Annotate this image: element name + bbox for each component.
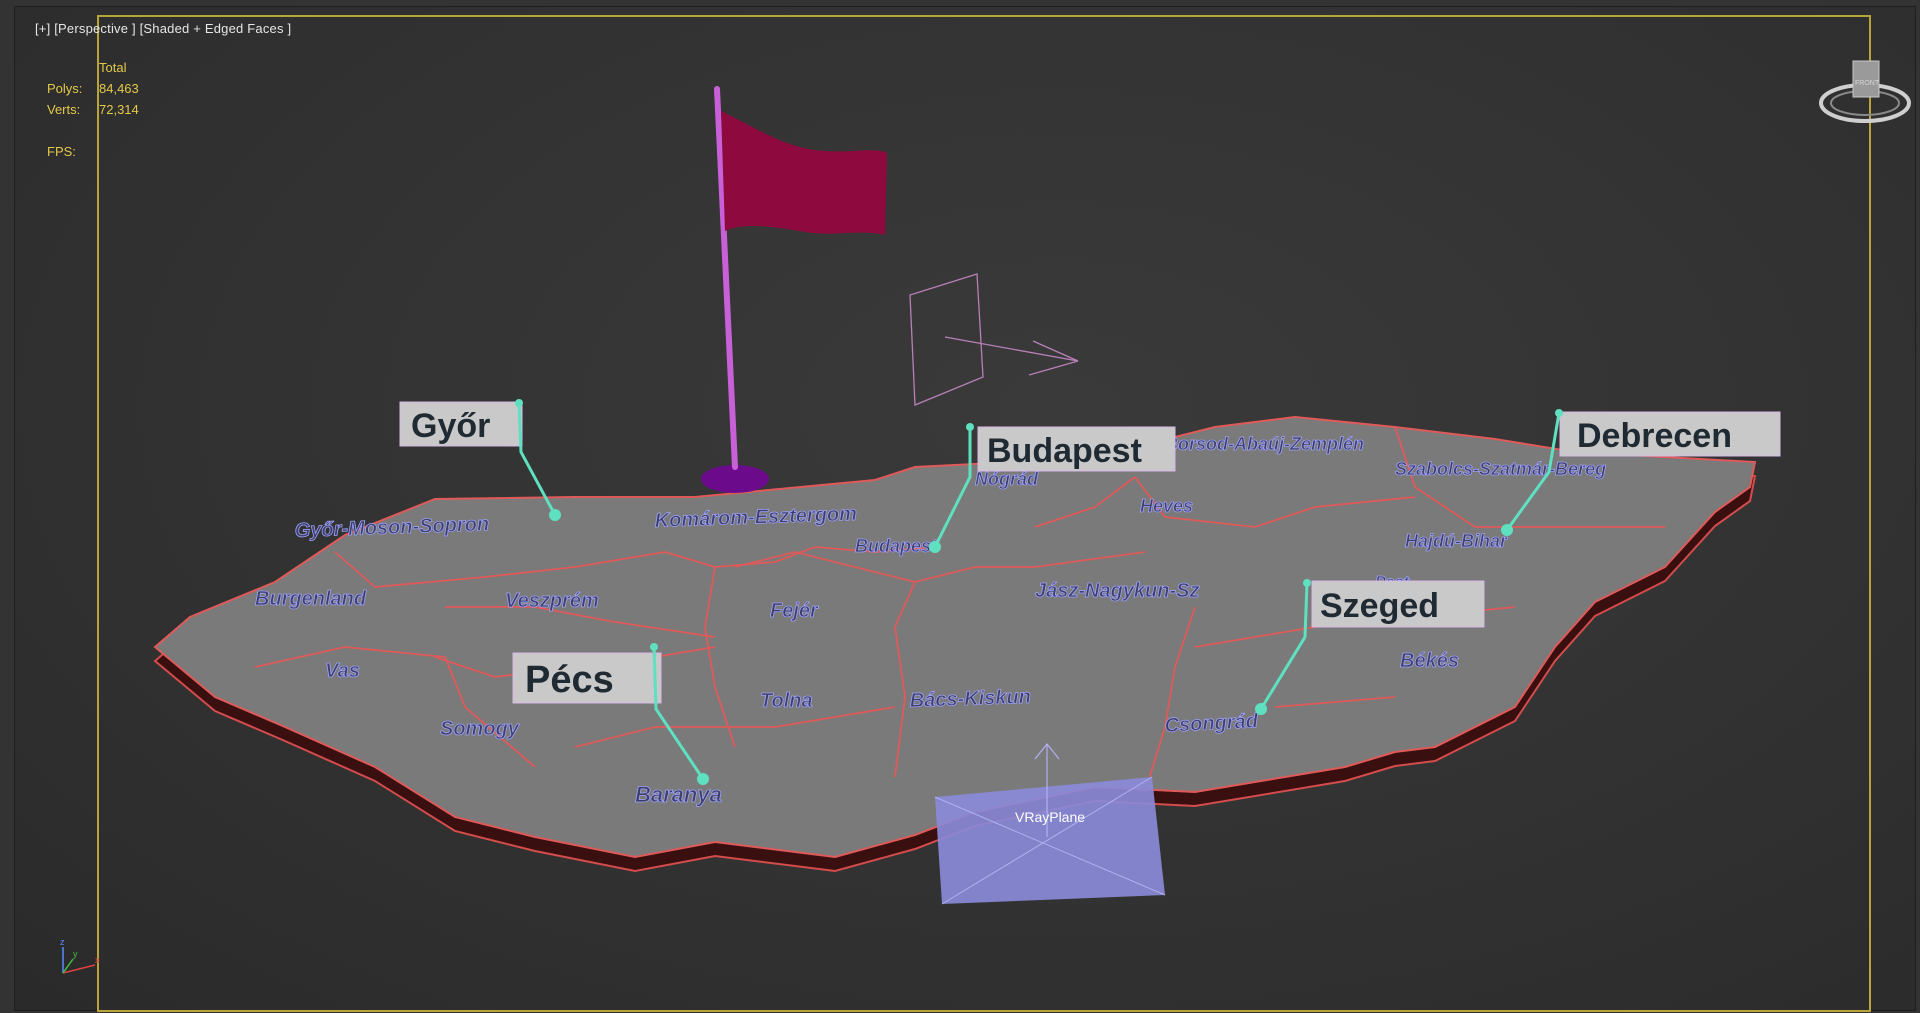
svg-text:Debrecen: Debrecen bbox=[1577, 417, 1732, 455]
region-label-bacs-kiskun: Bács-Kiskun bbox=[909, 686, 1031, 712]
region-label-somogy: Somogy bbox=[440, 718, 520, 740]
viewcube-icon[interactable]: FRONT bbox=[1815, 55, 1915, 130]
verts-label: Verts: bbox=[47, 102, 81, 117]
viewport-menu-plus[interactable]: [+] bbox=[35, 21, 50, 36]
flag-object[interactable] bbox=[701, 86, 887, 493]
stats-header: Total bbox=[99, 60, 127, 75]
region-label-fejer: Fejér bbox=[770, 600, 819, 622]
verts-value: 72,314 bbox=[99, 102, 139, 117]
viewport-label-menu[interactable]: [+] [Perspective ] [Shaded + Edged Faces… bbox=[35, 21, 291, 36]
region-label-budapest: Budapest bbox=[855, 536, 938, 556]
polys-label: Polys: bbox=[47, 81, 83, 96]
svg-text:Budapest: Budapest bbox=[987, 432, 1142, 470]
region-label-veszprem: Veszprém bbox=[505, 590, 599, 612]
region-label-heves: Heves bbox=[1140, 496, 1193, 516]
region-label-burgenland: Burgenland bbox=[255, 588, 367, 610]
fps-label: FPS: bbox=[47, 144, 76, 159]
region-label-tolna: Tolna bbox=[760, 690, 813, 712]
svg-text:z: z bbox=[60, 937, 65, 947]
region-label-szabolcs: Szabolcs-Szatmár-Bereg bbox=[1395, 459, 1606, 479]
svg-text:y: y bbox=[73, 949, 78, 959]
perspective-viewport[interactable]: Győr-Moson-Sopron Komárom-Esztergom Nógr… bbox=[14, 6, 1916, 1012]
light-helper[interactable] bbox=[909, 273, 1079, 406]
region-label-jasz: Jász-Nagykun-Sz bbox=[1035, 580, 1200, 602]
vray-plane-label: VRayPlane bbox=[1015, 809, 1085, 825]
region-label-borsod: Borsod-Abaúj-Zemplén bbox=[1165, 434, 1364, 454]
svg-text:Győr: Győr bbox=[411, 407, 490, 445]
axis-tripod-icon: z y x bbox=[60, 937, 100, 974]
flag-cloth bbox=[721, 111, 887, 235]
viewport-view-name[interactable]: [Perspective ] bbox=[54, 21, 136, 36]
statistics-overlay: Total Polys: 84,463 Verts: 72,314 FPS: bbox=[47, 57, 179, 162]
region-label-nograd: Nógrád bbox=[975, 469, 1039, 489]
region-label-bekes: Békés bbox=[1400, 650, 1459, 672]
svg-text:x: x bbox=[95, 955, 100, 965]
fps-value bbox=[99, 141, 179, 162]
svg-text:Szeged: Szeged bbox=[1320, 587, 1439, 625]
svg-text:Pécs: Pécs bbox=[525, 659, 614, 701]
region-label-hajdu-bihar: Hajdú-Bihar bbox=[1405, 531, 1508, 551]
region-label-vas: Vas bbox=[325, 660, 360, 682]
scene-canvas[interactable]: Győr-Moson-Sopron Komárom-Esztergom Nógr… bbox=[15, 7, 1915, 1010]
viewport-shading-mode[interactable]: [Shaded + Edged Faces ] bbox=[140, 21, 292, 36]
viewcube-face-label: FRONT bbox=[1855, 80, 1880, 87]
region-label-baranya: Baranya bbox=[635, 782, 722, 807]
polys-value: 84,463 bbox=[99, 81, 139, 96]
